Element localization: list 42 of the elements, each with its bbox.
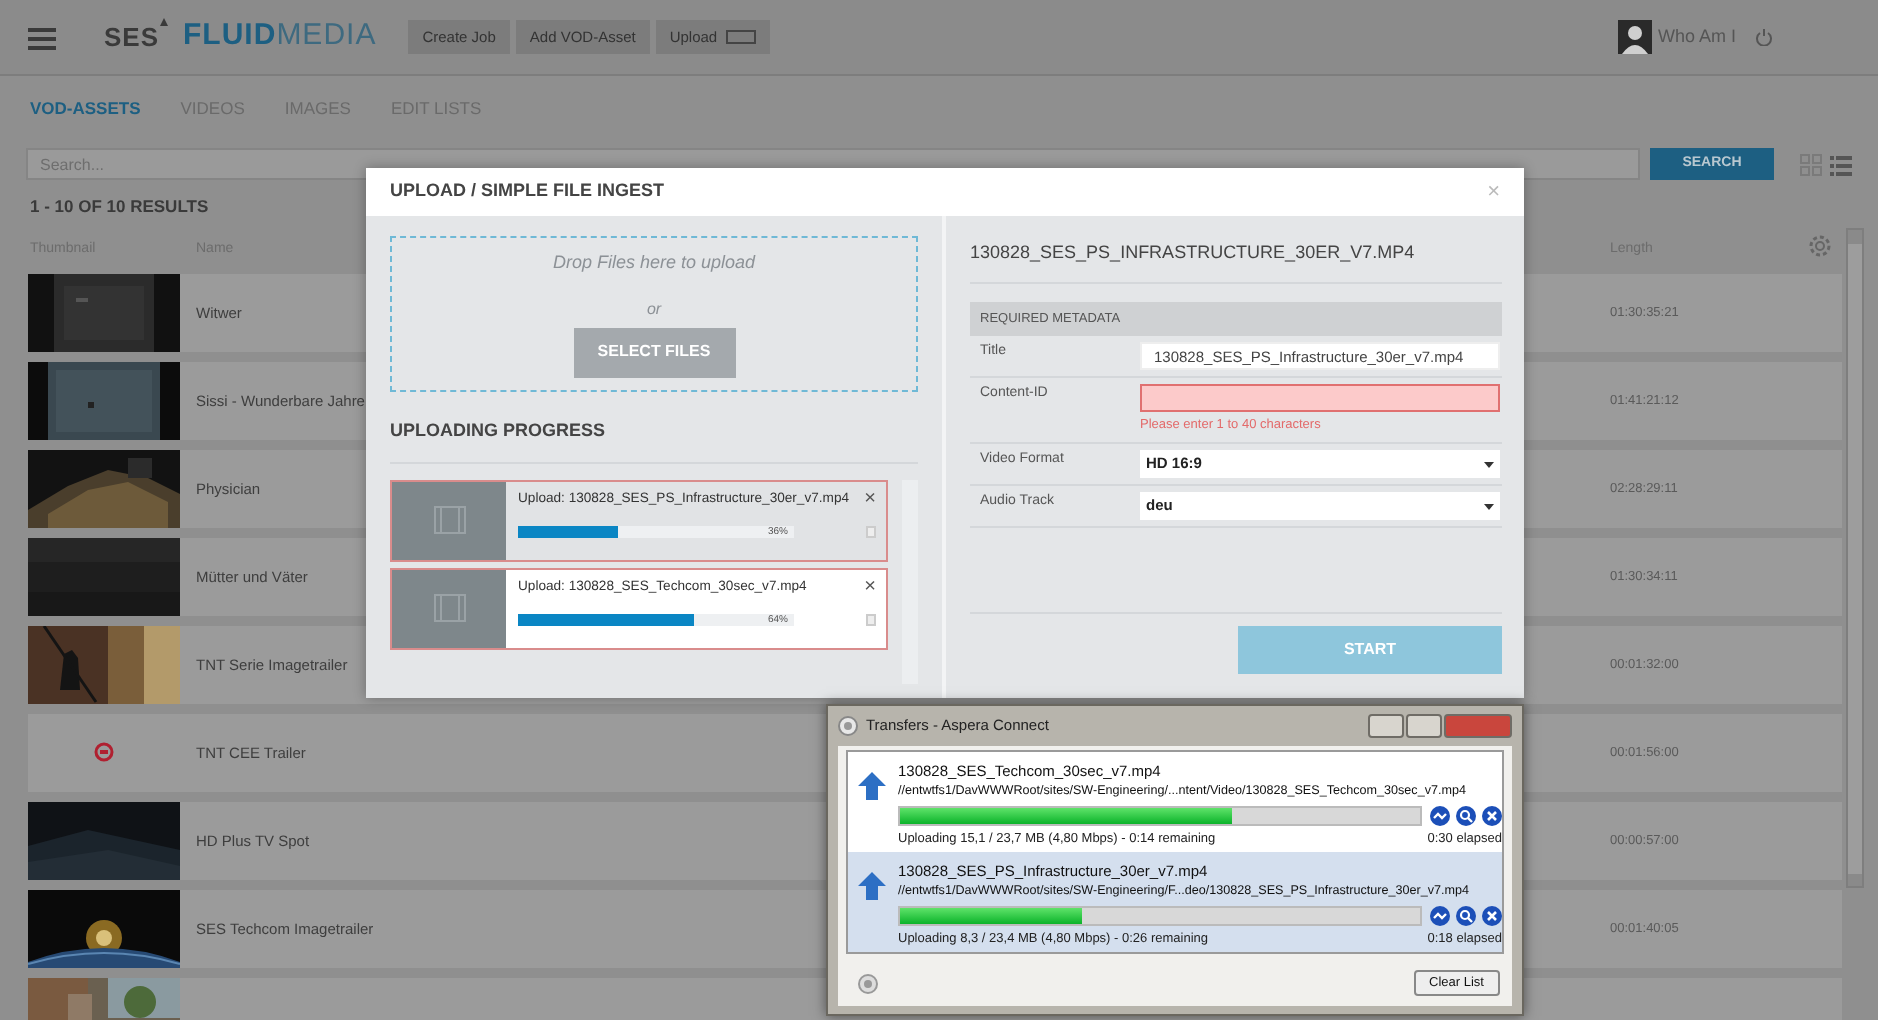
close-icon[interactable] (1482, 805, 1502, 826)
checkbox[interactable] (866, 613, 876, 626)
power-icon[interactable] (1754, 28, 1774, 46)
search-icon[interactable] (1456, 905, 1476, 926)
brand-logo: SES (104, 17, 168, 57)
close-button[interactable]: × (1487, 181, 1500, 203)
drop-zone[interactable]: Drop Files here to upload or SELECT FILES (390, 236, 918, 392)
settings-icon[interactable] (1808, 234, 1832, 258)
logo-icon (94, 741, 114, 765)
caret-icon (1484, 503, 1494, 509)
file-title: 130828_SES_PS_INFRASTRUCTURE_30ER_V7.MP4 (970, 216, 1502, 283)
avatar-icon[interactable] (1617, 20, 1652, 54)
drop-hint: Drop Files here to upload (550, 250, 758, 276)
brand-name: FLUIDMEDIA (183, 16, 377, 57)
upload-arrow-icon (858, 872, 886, 900)
or-label: or (644, 297, 664, 321)
graph-icon[interactable] (1430, 905, 1450, 926)
dialog-title: UPLOAD / SIMPLE FILE INGEST (390, 178, 665, 205)
caret-icon (1484, 461, 1494, 467)
gear-icon (838, 716, 858, 736)
settings-icon[interactable] (858, 973, 878, 993)
menu-icon[interactable] (28, 25, 56, 49)
maximize-button[interactable] (1406, 714, 1442, 738)
film-icon (433, 594, 465, 622)
search-icon[interactable] (1456, 805, 1476, 826)
triangle-icon (159, 17, 168, 26)
list-view-icon[interactable] (1830, 154, 1852, 176)
graph-icon[interactable] (1430, 805, 1450, 826)
close-icon[interactable] (1482, 905, 1502, 926)
minimize-button[interactable] (1368, 714, 1404, 738)
film-icon (433, 506, 465, 534)
remove-button[interactable]: × (864, 489, 876, 509)
select-files-button[interactable]: SELECT FILES (573, 327, 735, 377)
remove-button[interactable]: × (864, 577, 876, 597)
tray-icon (725, 30, 756, 44)
section-heading: UPLOADING PROGRESS (390, 418, 918, 463)
text-field[interactable] (1140, 384, 1500, 413)
nav-tab[interactable]: VOD-ASSETS (30, 95, 141, 121)
scrollbar[interactable] (1846, 228, 1864, 888)
checkbox[interactable] (866, 525, 876, 538)
upload-arrow-icon (858, 772, 886, 800)
results-count: 1 - 10 OF 10 RESULTS (30, 194, 209, 220)
